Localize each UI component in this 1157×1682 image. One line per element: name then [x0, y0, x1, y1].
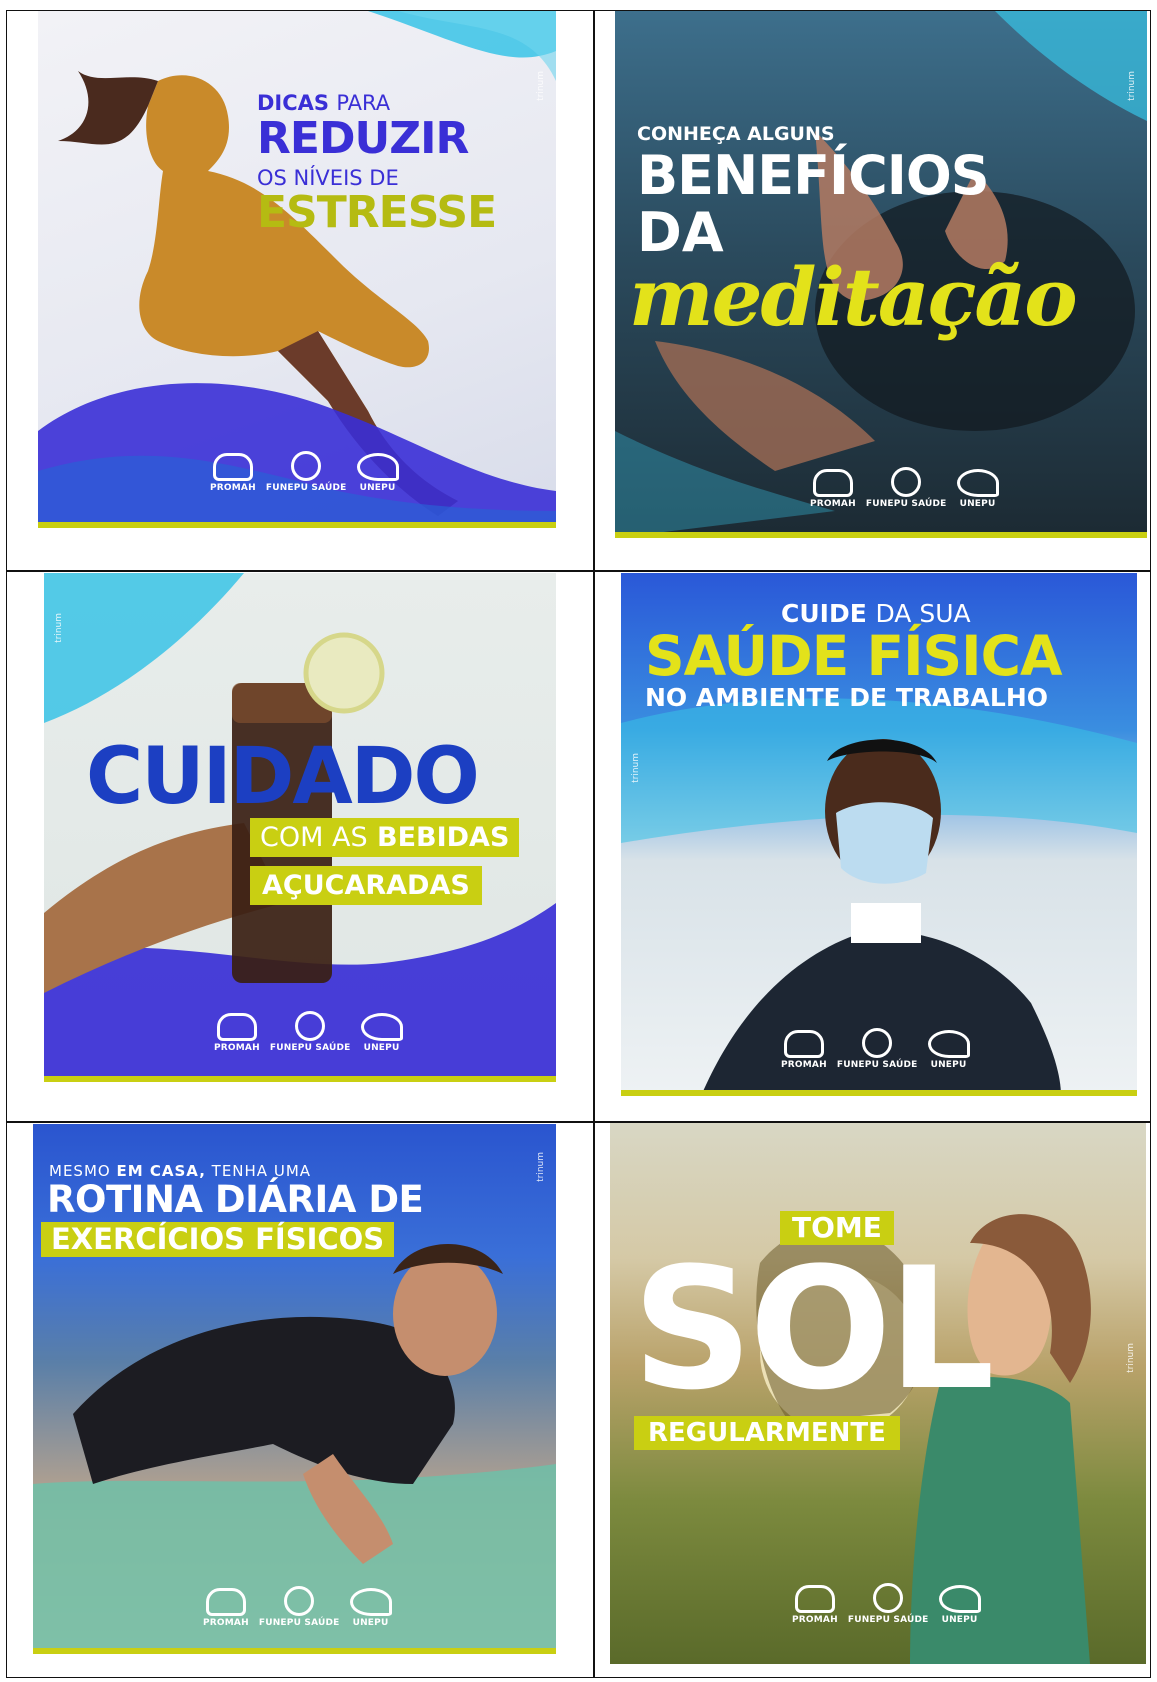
stress-line3: OS NÍVEIS DE: [257, 166, 399, 190]
poster-stress: DICAS PARA REDUZIR OS NÍVEIS DE ESTRESSE…: [38, 11, 556, 528]
unepu-logo: UNEPU: [360, 1013, 403, 1053]
funepu-logo: FUNEPU SAÚDE: [259, 1586, 340, 1628]
logo-row: PROMAH FUNEPU SAÚDE UNEPU: [810, 467, 999, 509]
promah-logo: PROMAH: [210, 453, 256, 493]
drinks-line1: CUIDADO: [86, 732, 480, 822]
exercise-line2: ROTINA DIÁRIA DE: [47, 1178, 424, 1221]
stress-line1: DICAS PARA: [257, 91, 391, 115]
funepu-logo: FUNEPU SAÚDE: [270, 1011, 351, 1053]
column-divider: [593, 11, 595, 1677]
funepu-logo: FUNEPU SAÚDE: [866, 467, 947, 509]
meditation-line2: BENEFÍCIOS: [637, 144, 990, 207]
logo-row: PROMAH FUNEPU SAÚDE UNEPU: [214, 1011, 403, 1053]
poster-grid-table: DICAS PARA REDUZIR OS NÍVEIS DE ESTRESSE…: [6, 10, 1151, 1678]
brand-watermark: trinum: [1127, 71, 1137, 101]
row-divider: [7, 570, 1150, 572]
funepu-logo: FUNEPU SAÚDE: [266, 451, 347, 493]
promah-logo: PROMAH: [214, 1013, 260, 1053]
poster-home-exercise: MESMO EM CASA, TENHA UMA ROTINA DIÁRIA D…: [33, 1124, 556, 1654]
stress-line2: REDUZIR: [257, 113, 469, 164]
logo-row: PROMAH FUNEPU SAÚDE UNEPU: [203, 1586, 392, 1628]
logo-row: PROMAH FUNEPU SAÚDE UNEPU: [781, 1028, 970, 1070]
promah-logo: PROMAH: [203, 1588, 249, 1628]
unepu-logo: UNEPU: [956, 469, 999, 509]
drinks-line2: COM AS BEBIDAS: [250, 818, 520, 857]
poster-physical-health: CUIDE DA SUA SAÚDE FÍSICA NO AMBIENTE DE…: [621, 573, 1137, 1096]
poster-meditation: CONHEÇA ALGUNS BENEFÍCIOS DA meditação t…: [615, 11, 1147, 538]
brand-watermark: trinum: [536, 71, 546, 101]
logo-row: PROMAH FUNEPU SAÚDE UNEPU: [210, 451, 399, 493]
funepu-logo: FUNEPU SAÚDE: [837, 1028, 918, 1070]
health-line1: CUIDE DA SUA: [781, 599, 971, 628]
exercise-line3: EXERCÍCIOS FÍSICOS: [41, 1222, 395, 1257]
stress-line4: ESTRESSE: [257, 187, 497, 238]
unepu-logo: UNEPU: [356, 453, 399, 493]
health-line2: SAÚDE FÍSICA: [645, 624, 1063, 688]
promah-logo: PROMAH: [810, 469, 856, 509]
unepu-logo: UNEPU: [927, 1030, 970, 1070]
funepu-logo: FUNEPU SAÚDE: [848, 1583, 929, 1625]
promah-logo: PROMAH: [781, 1030, 827, 1070]
accent-bar: [615, 532, 1147, 538]
sun-line3: REGULARMENTE: [634, 1416, 900, 1450]
meditation-line4: meditação: [629, 250, 1078, 344]
poster-sunlight: TOME SOL REGULARMENTE trinum PROMAH FUNE…: [610, 1123, 1146, 1664]
drinks-line3: AÇUCARADAS: [250, 866, 482, 905]
meditation-line1: CONHEÇA ALGUNS: [637, 123, 835, 145]
unepu-logo: UNEPU: [938, 1585, 981, 1625]
accent-bar: [621, 1090, 1137, 1096]
accent-bar: [38, 522, 556, 528]
accent-bar: [33, 1648, 556, 1654]
promah-logo: PROMAH: [792, 1585, 838, 1625]
logo-row: PROMAH FUNEPU SAÚDE UNEPU: [792, 1583, 981, 1625]
accent-bar: [44, 1076, 556, 1082]
brand-watermark: trinum: [1126, 1343, 1136, 1373]
brand-watermark: trinum: [536, 1152, 546, 1182]
sun-line2: SOL: [632, 1231, 995, 1427]
brand-watermark: trinum: [631, 753, 641, 783]
brand-watermark: trinum: [54, 613, 64, 643]
exercise-line1: MESMO EM CASA, TENHA UMA: [49, 1162, 312, 1180]
unepu-logo: UNEPU: [349, 1588, 392, 1628]
health-line3: NO AMBIENTE DE TRABALHO: [645, 683, 1048, 712]
poster-sugary-drinks: CUIDADO COM AS BEBIDAS AÇUCARADAS trinum…: [44, 573, 556, 1082]
